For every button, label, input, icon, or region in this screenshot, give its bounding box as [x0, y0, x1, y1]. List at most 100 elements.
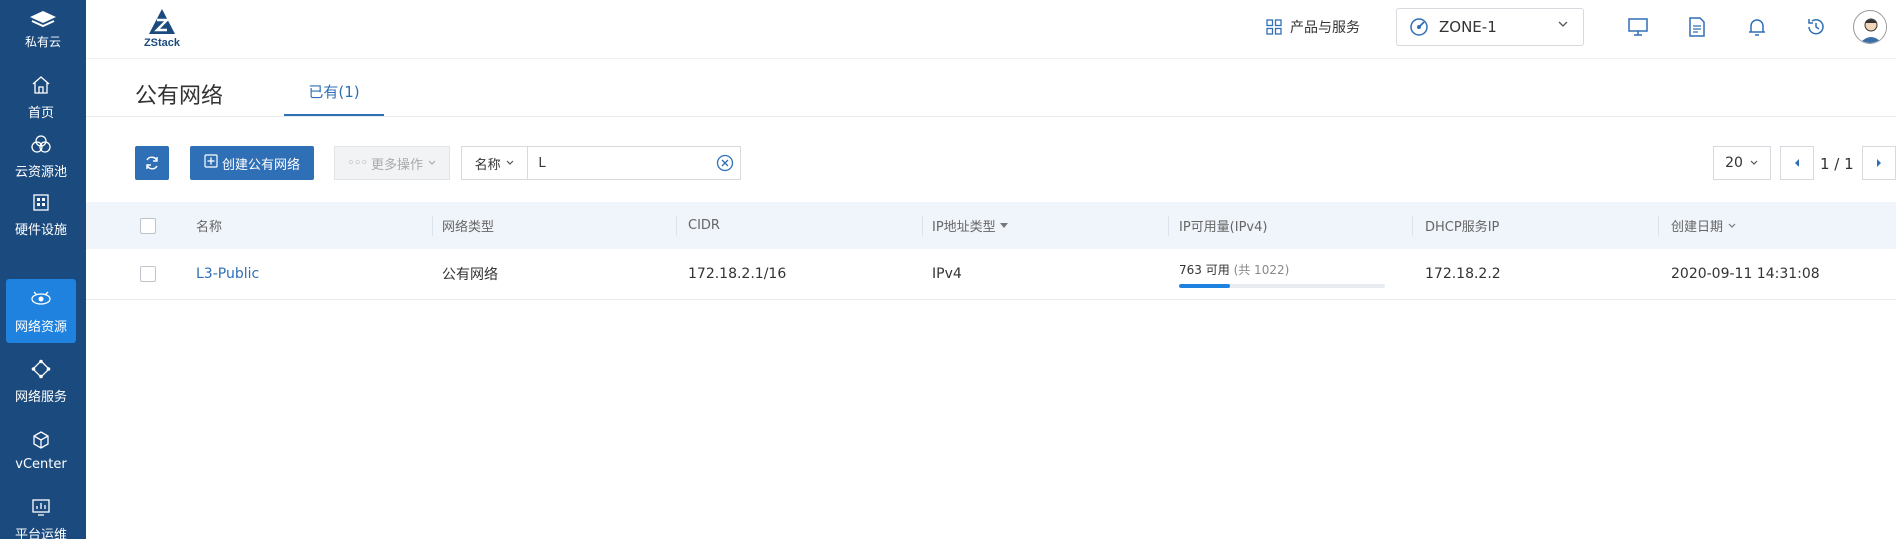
network-resource-icon	[30, 288, 52, 310]
cell-ip-type: IPv4	[932, 266, 962, 282]
history-icon[interactable]	[1805, 16, 1827, 38]
document-icon[interactable]	[1686, 16, 1708, 38]
create-public-network-button[interactable]: 创建公有网络	[190, 146, 314, 180]
column-header-ip-type: IP地址类型	[932, 220, 996, 235]
create-public-network-label: 创建公有网络	[221, 157, 300, 173]
more-dots-icon: ◦◦◦	[346, 155, 368, 171]
column-divider	[922, 216, 923, 236]
cell-dhcp-ip: 172.18.2.2	[1425, 266, 1501, 282]
cell-name: L3-Public	[196, 249, 259, 299]
sidebar-item-label: 网络服务	[14, 389, 67, 405]
sidebar-item-hardware[interactable]: 硬件设施	[6, 183, 76, 245]
cell-ip-available: 763 可用 (共 1022)	[1179, 249, 1385, 299]
search-field-select[interactable]: 名称	[462, 147, 529, 179]
logo-text: ZStack	[143, 37, 181, 49]
layers-icon	[30, 10, 56, 27]
chevron-down-icon	[1750, 160, 1758, 165]
bell-icon[interactable]	[1746, 16, 1768, 38]
chevron-down-icon	[1558, 21, 1568, 27]
more-actions-button[interactable]: ◦◦◦ 更多操作	[334, 146, 450, 180]
column-header-name[interactable]: 名称	[196, 202, 222, 249]
ip-available-count: 763 可用	[1179, 262, 1230, 277]
zone-label: ZONE-1	[1439, 18, 1497, 36]
select-all-checkbox-cell	[140, 202, 156, 249]
zone-select[interactable]: ZONE-1	[1396, 8, 1584, 46]
ip-total-count: (共 1022)	[1233, 262, 1290, 277]
filter-caret-icon	[999, 222, 1008, 228]
title-divider	[86, 116, 1896, 117]
search-input[interactable]	[528, 147, 711, 179]
sidebar-item-label: vCenter	[15, 456, 67, 472]
caret-left-icon	[1795, 159, 1799, 167]
next-page-button[interactable]	[1862, 146, 1896, 180]
column-header-network-type[interactable]: 网络类型	[442, 202, 494, 249]
caret-right-icon	[1877, 159, 1881, 167]
column-divider	[676, 216, 677, 236]
hardware-icon	[30, 191, 52, 213]
sidebar-item-label: 平台运维	[14, 527, 67, 543]
more-actions-label: 更多操作	[371, 157, 424, 173]
zstack-logo[interactable]: ZStack	[136, 8, 188, 50]
top-header: ZStack 产品与服务 ZONE-1	[86, 0, 1896, 59]
sidebar-item-home[interactable]: 首页	[6, 66, 76, 128]
page-info: 1 / 1	[1820, 155, 1854, 173]
zstack-logo-icon	[149, 9, 175, 34]
ip-usage-text: 763 可用 (共 1022)	[1179, 261, 1385, 278]
column-header-cidr[interactable]: CIDR	[688, 202, 720, 249]
column-divider	[1658, 216, 1659, 236]
row-checkbox-cell	[140, 249, 156, 299]
sidebar-item-vcenter[interactable]: vCenter	[6, 419, 76, 481]
network-service-icon	[30, 358, 52, 380]
refresh-button[interactable]	[135, 146, 169, 180]
column-header-ip-available[interactable]: IP可用量(IPv4)	[1179, 202, 1267, 249]
home-icon	[30, 74, 52, 96]
sidebar-brand[interactable]: 私有云	[0, 0, 86, 58]
chevron-down-icon	[506, 160, 514, 165]
clear-search-button[interactable]	[710, 147, 740, 179]
plus-icon	[204, 154, 218, 172]
grid-icon	[1266, 19, 1282, 35]
sidebar-item-network-resource[interactable]: 网络资源	[6, 279, 76, 343]
column-header-ip-type-cell[interactable]: IP地址类型	[932, 202, 1009, 249]
select-all-checkbox[interactable]	[140, 217, 156, 234]
column-divider	[1168, 216, 1169, 236]
clear-icon	[717, 154, 734, 172]
network-name-link[interactable]: L3-Public	[196, 266, 259, 282]
cell-cidr: 172.18.2.1/16	[688, 266, 787, 282]
search-field-label: 名称	[474, 157, 501, 173]
page-title: 公有网络	[135, 84, 224, 109]
search-box: 名称	[461, 146, 741, 180]
table-header: 名称 网络类型 CIDR IP地址类型 IP可用量(IPv4) DHCP服务IP…	[86, 202, 1896, 249]
sidebar: 私有云 首页 云资源池 硬件设施 网络资源 网络服务 vCenter 平台运维	[0, 0, 86, 543]
page-size-select[interactable]: 20	[1713, 146, 1771, 180]
ip-usage: 763 可用 (共 1022)	[1179, 261, 1385, 288]
vcenter-icon	[30, 429, 52, 451]
prev-page-button[interactable]	[1780, 146, 1814, 180]
column-header-created-cell[interactable]: 创建日期	[1671, 202, 1737, 249]
sidebar-item-platform-ops[interactable]: 平台运维	[6, 488, 76, 550]
row-checkbox[interactable]	[140, 266, 156, 282]
refresh-icon	[146, 156, 158, 170]
monitor-icon[interactable]	[1627, 16, 1649, 38]
ip-usage-bar	[1179, 283, 1385, 288]
column-divider	[1412, 216, 1413, 236]
sidebar-item-label: 云资源池	[14, 164, 67, 180]
cloud-pool-icon	[30, 133, 52, 155]
platform-ops-icon	[30, 496, 52, 518]
column-header-dhcp-ip[interactable]: DHCP服务IP	[1425, 202, 1499, 249]
sidebar-item-network-service[interactable]: 网络服务	[6, 350, 76, 412]
cell-created: 2020-09-11 14:31:08	[1671, 266, 1820, 282]
table-row[interactable]: L3-Public 公有网络 172.18.2.1/16 IPv4 763 可用…	[86, 249, 1896, 300]
products-services-menu[interactable]: 产品与服务	[1266, 17, 1360, 37]
chevron-down-icon	[428, 160, 436, 165]
sidebar-brand-label: 私有云	[24, 34, 61, 49]
sidebar-item-label: 网络资源	[14, 319, 67, 335]
sidebar-item-cloud-pool[interactable]: 云资源池	[6, 125, 76, 187]
cell-network-type: 公有网络	[442, 267, 498, 283]
user-avatar-icon[interactable]	[1853, 10, 1887, 44]
column-header-created: 创建日期	[1671, 220, 1724, 235]
tab-existing[interactable]: 已有(1)	[284, 72, 384, 116]
page-size-value: 20	[1725, 155, 1743, 171]
sort-chevron-icon	[1728, 223, 1736, 228]
products-services-label: 产品与服务	[1290, 20, 1360, 36]
